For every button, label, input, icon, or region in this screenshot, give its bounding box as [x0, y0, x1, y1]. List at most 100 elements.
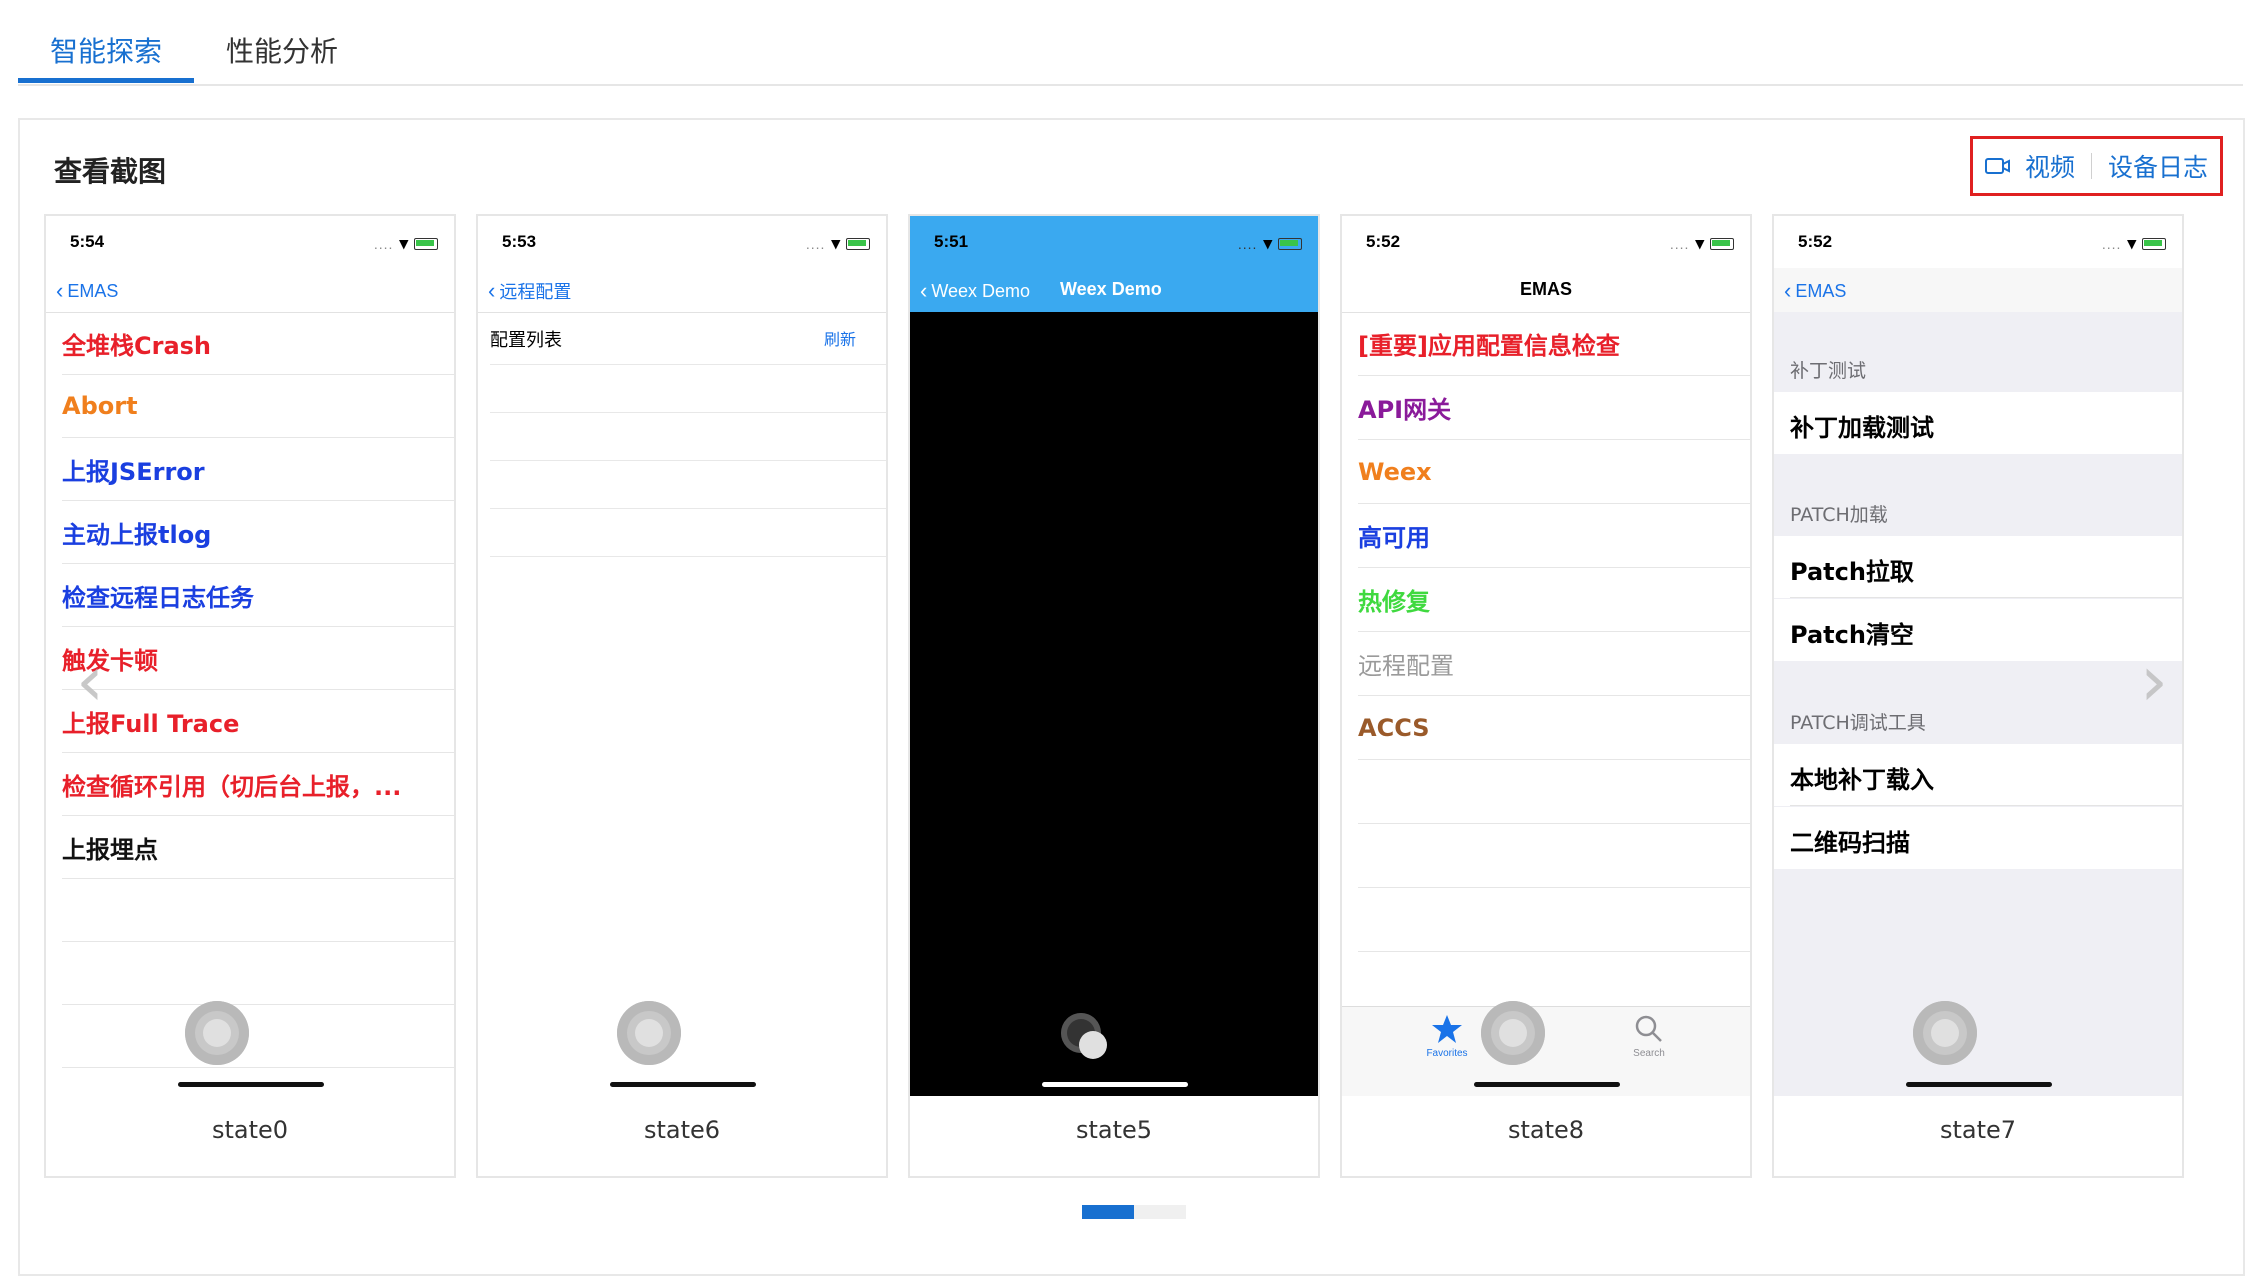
- list-item[interactable]: 补丁加载测试: [1774, 392, 2182, 454]
- battery-icon: [846, 238, 870, 250]
- panel-title: 查看截图: [54, 155, 167, 188]
- row-divider: [490, 556, 886, 557]
- list-item-label: 远程配置: [1358, 652, 1454, 680]
- phone-screen: 5:52 .... ▾ EMAS [重要]应用配置信息检查 API网关 Weex …: [1342, 216, 1750, 1096]
- tab-performance-analysis[interactable]: 性能分析: [226, 30, 338, 70]
- battery-icon: [1278, 238, 1302, 250]
- battery-icon: [1710, 238, 1734, 250]
- video-button[interactable]: 视频: [1984, 148, 2075, 184]
- tab-bar: 智能探索 性能分析: [18, 0, 2243, 86]
- status-icons: .... ▾: [806, 234, 870, 254]
- back-button[interactable]: ‹ Weex Demo: [920, 278, 1030, 304]
- tab-search-label: Search: [1633, 1048, 1665, 1059]
- assistive-touch-icon: [1061, 1013, 1107, 1059]
- tab-smart-explore[interactable]: 智能探索: [50, 30, 162, 70]
- back-button[interactable]: ‹ 远程配置: [488, 278, 571, 304]
- list-item[interactable]: [重要]应用配置信息检查: [1358, 312, 1750, 376]
- search-icon: [1635, 1015, 1662, 1042]
- phone-screen: 5:51 .... ▾ ‹ Weex Demo Weex Demo: [910, 216, 1318, 1096]
- home-indicator: [1042, 1082, 1188, 1087]
- status-icons: .... ▾: [374, 234, 438, 254]
- list-item[interactable]: 高可用: [1358, 504, 1750, 568]
- carousel-pagination: [1082, 1205, 1186, 1219]
- chevron-right-icon[interactable]: ›: [2140, 640, 2168, 722]
- nav-title: Weex Demo: [1060, 279, 1162, 299]
- status-bar: 5:52 .... ▾: [1774, 216, 2182, 268]
- status-time: 5:54: [70, 232, 105, 251]
- back-label: 远程配置: [499, 282, 572, 302]
- card-caption: state8: [1507, 1116, 1585, 1144]
- list-item-label: 检查循环引用（切后台上报，...: [62, 772, 402, 801]
- screenshot-card-state5[interactable]: 5:51 .... ▾ ‹ Weex Demo Weex Demo state5: [908, 214, 1320, 1178]
- chevron-left-icon: ‹: [1784, 278, 1792, 303]
- config-list-header: 配置列表 刷新: [490, 326, 856, 352]
- list-item[interactable]: 二维码扫描: [1774, 807, 2182, 869]
- list-item[interactable]: 检查循环引用（切后台上报，...: [62, 753, 454, 816]
- list-item-label: 本地补丁载入: [1790, 766, 1934, 794]
- pagination-dot-2[interactable]: [1134, 1205, 1186, 1219]
- list-item-label: 二维码扫描: [1790, 829, 1910, 857]
- menu-list: 全堆栈Crash Abort 上报JSError 主动上报tlog 检查远程日志…: [62, 312, 454, 1068]
- list-item[interactable]: 远程配置: [1358, 632, 1750, 696]
- list-item[interactable]: Patch拉取: [1774, 536, 2182, 598]
- row-divider: [490, 364, 886, 365]
- section-header: PATCH加载: [1790, 504, 1888, 526]
- battery-icon: [2142, 238, 2166, 250]
- status-icons: .... ▾: [1670, 234, 1734, 254]
- chevron-left-icon[interactable]: ‹: [76, 640, 104, 722]
- phone-screen: 5:53 .... ▾ ‹ 远程配置 配置列表 刷新: [478, 216, 886, 1096]
- list-item-label: 全堆栈Crash: [62, 331, 212, 360]
- screenshot-card-state8[interactable]: 5:52 .... ▾ EMAS [重要]应用配置信息检查 API网关 Weex …: [1340, 214, 1752, 1178]
- status-time: 5:52: [1366, 232, 1401, 251]
- list-item[interactable]: Abort: [62, 375, 454, 438]
- section-header: 补丁测试: [1790, 360, 1867, 382]
- tab-search[interactable]: Search: [1604, 1013, 1694, 1059]
- back-button[interactable]: ‹ EMAS: [1784, 278, 1846, 304]
- refresh-button[interactable]: 刷新: [824, 326, 856, 352]
- empty-row: [1358, 888, 1750, 952]
- tab-favorites[interactable]: Favorites: [1402, 1013, 1492, 1059]
- list-item-label: 检查远程日志任务: [62, 583, 254, 612]
- empty-row: [1358, 824, 1750, 888]
- list-item[interactable]: 上报埋点: [62, 816, 454, 879]
- list-item-label: 上报JSError: [62, 457, 205, 486]
- back-button[interactable]: ‹ EMAS: [56, 278, 118, 304]
- list-item[interactable]: 热修复: [1358, 568, 1750, 632]
- nav-bar: EMAS: [1342, 268, 1750, 313]
- list-item[interactable]: 上报Full Trace: [62, 690, 454, 753]
- list-item[interactable]: ACCS: [1358, 696, 1750, 760]
- list-item[interactable]: Weex: [1358, 440, 1750, 504]
- list-item[interactable]: 全堆栈Crash: [62, 312, 454, 375]
- nav-bar: ‹ EMAS: [1774, 268, 2182, 313]
- active-tab-indicator: [18, 78, 194, 83]
- status-bar: 5:54 .... ▾: [46, 216, 454, 268]
- list-item-label: Patch拉取: [1790, 558, 1914, 586]
- screenshot-card-state6[interactable]: 5:53 .... ▾ ‹ 远程配置 配置列表 刷新 state6: [476, 214, 888, 1178]
- screenshot-card-state0[interactable]: 5:54 .... ▾ ‹ EMAS 全堆栈Crash Abort 上报JSErro…: [44, 214, 456, 1178]
- list-item[interactable]: 上报JSError: [62, 438, 454, 501]
- assistive-touch-icon: [185, 1001, 249, 1065]
- list-item[interactable]: 触发卡顿: [62, 627, 454, 690]
- empty-row: [62, 1005, 454, 1068]
- home-indicator: [1474, 1082, 1620, 1087]
- weex-content-area: [910, 312, 1318, 1096]
- row-divider: [490, 508, 886, 509]
- chevron-left-icon: ‹: [56, 278, 64, 303]
- status-icons: .... ▾: [1238, 234, 1302, 254]
- list-item[interactable]: 本地补丁载入: [1774, 744, 2182, 806]
- list-item[interactable]: 主动上报tlog: [62, 501, 454, 564]
- home-indicator: [178, 1082, 324, 1087]
- list-item[interactable]: Patch清空: [1774, 599, 2182, 661]
- list-item[interactable]: 检查远程日志任务: [62, 564, 454, 627]
- pagination-dot-1[interactable]: [1082, 1205, 1134, 1219]
- list-item[interactable]: API网关: [1358, 376, 1750, 440]
- back-label: Weex Demo: [931, 280, 1031, 301]
- assistive-touch-icon: [1913, 1001, 1977, 1065]
- screenshot-card-state7[interactable]: 5:52 .... ▾ ‹ EMAS 补丁测试 补丁加载测试 PATCH加载 Pat…: [1772, 214, 2184, 1178]
- back-label: EMAS: [1795, 280, 1847, 301]
- assistive-touch-icon: [1481, 1001, 1545, 1065]
- device-log-button[interactable]: 设备日志: [2108, 148, 2208, 184]
- card-caption: state7: [1939, 1116, 2017, 1144]
- status-time: 5:51: [934, 232, 969, 251]
- card-caption: state6: [643, 1116, 721, 1144]
